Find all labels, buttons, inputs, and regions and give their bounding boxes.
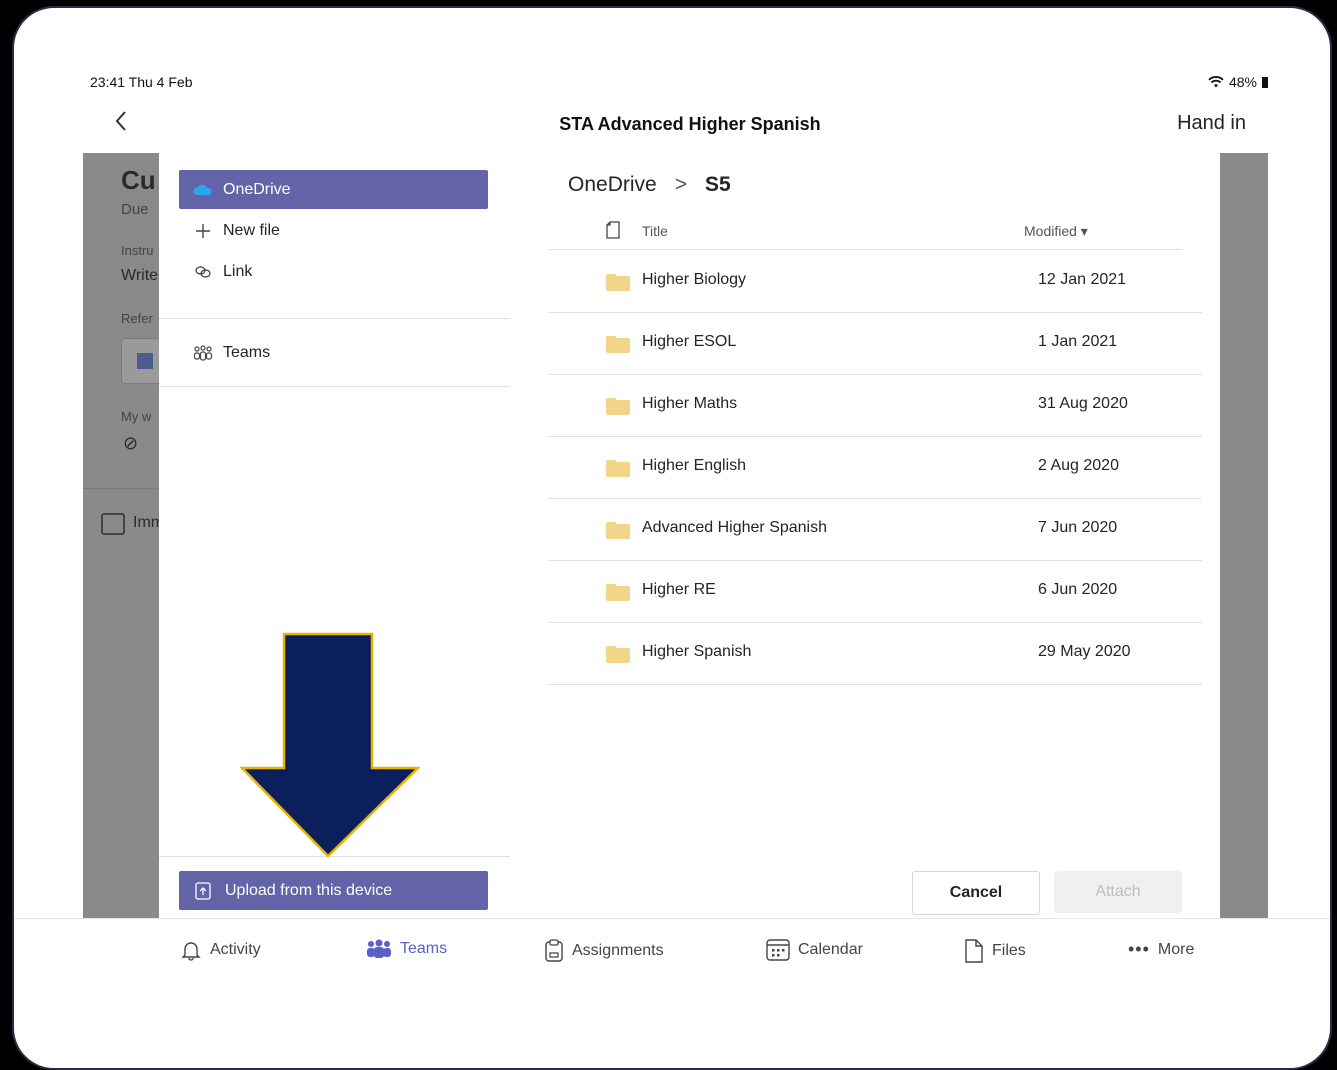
tab-label: More [1157,940,1195,958]
modified-date: 12 Jan 2021 [1038,271,1127,288]
status-indicators: 48% [1208,74,1268,90]
modified-date: 1 Jan 2021 [1038,333,1118,350]
upload-label: Upload from this device [225,881,393,899]
instructions-text: Write [121,267,159,284]
word-doc-icon [137,353,153,369]
attach-button[interactable]: Attach [1054,871,1182,913]
breadcrumb-root[interactable]: OneDrive [568,173,657,197]
tab-more[interactable]: ••• More [1128,939,1194,960]
file-type-icon [606,221,620,239]
tab-files[interactable]: Files [964,939,1026,963]
modified-date: 2 Aug 2020 [1038,457,1119,474]
folder-name: Higher RE [642,581,716,598]
plus-icon [183,223,223,239]
cancel-button[interactable]: Cancel [912,871,1040,915]
background-divider [83,488,163,489]
file-browser: OneDrive > S5 Title Modified ▾ Higher Bi… [510,153,1220,918]
reference-label: Refer [121,311,153,326]
sidebar-item-label: OneDrive [223,180,291,198]
battery-percent: 48% [1228,74,1257,90]
column-title[interactable]: Title [642,223,668,239]
file-list: Higher Biology 12 Jan 2021 Higher ESOL 1… [548,251,1202,685]
wifi-icon [1208,76,1224,88]
table-row[interactable]: Higher Biology 12 Jan 2021 [548,251,1202,313]
modified-date: 6 Jun 2020 [1038,581,1118,598]
breadcrumb-current: S5 [704,173,731,196]
sidebar-item-teams[interactable]: Teams [179,333,488,372]
sidebar-divider [159,318,510,319]
sidebar-item-link[interactable]: Link [179,252,488,291]
down-arrow-icon [240,632,420,858]
breadcrumb: OneDrive > S5 [568,173,731,197]
due-label: Due [121,201,149,218]
status-time: 23:41 Thu 4 Feb [90,74,193,90]
modified-date: 29 May 2020 [1038,643,1131,660]
upload-icon [183,881,223,900]
column-modified[interactable]: Modified ▾ [1024,223,1088,240]
table-row[interactable]: Higher RE 6 Jun 2020 [548,561,1202,623]
assignment-title: Cu [121,165,156,195]
folder-icon [606,522,630,539]
bell-icon [181,942,201,961]
bottom-tab-bar: Activity Teams Assignments Calendar File… [14,918,1330,989]
teams-icon [183,344,223,361]
folder-icon [606,460,630,477]
modified-date: 31 Aug 2020 [1038,395,1128,412]
folder-name: Higher ESOL [642,333,737,350]
attach-paperclip-icon: ⊘ [123,433,139,453]
table-row[interactable]: Higher Spanish 29 May 2020 [548,623,1202,685]
more-icon: ••• [1128,939,1150,959]
sidebar-item-label: Link [223,262,253,280]
tab-label: Files [992,942,1026,959]
upload-from-device-button[interactable]: Upload from this device [179,871,488,910]
folder-name: Higher Spanish [642,643,752,660]
tab-calendar[interactable]: Calendar [766,939,863,961]
tab-activity[interactable]: Activity [180,939,261,961]
calendar-icon [766,939,790,961]
folder-icon [606,398,630,415]
folder-icon [606,646,630,663]
table-header: Title Modified ▾ [548,215,1182,250]
background-right-strip [1220,153,1268,918]
tab-label: Activity [210,941,261,958]
table-row[interactable]: Higher ESOL 1 Jan 2021 [548,313,1202,375]
folder-icon [606,584,630,601]
sidebar-divider [159,386,510,387]
header-title: STA Advanced Higher Spanish [559,114,821,134]
teams-icon [367,939,391,958]
tab-label: Teams [400,940,448,957]
tab-label: Assignments [572,942,664,959]
folder-name: Higher English [642,457,747,474]
immersive-reader-icon [101,513,125,535]
cloud-icon [183,184,223,196]
folder-name: Advanced Higher Spanish [642,519,828,536]
sidebar-item-onedrive[interactable]: OneDrive [179,170,488,209]
folder-icon [606,336,630,353]
chevron-right-icon: > [674,173,687,196]
folder-name: Higher Maths [642,395,738,412]
modified-date: 7 Jun 2020 [1038,519,1118,536]
link-icon [183,265,223,279]
folder-icon [606,274,630,291]
table-row[interactable]: Higher Maths 31 Aug 2020 [548,375,1202,437]
table-row[interactable]: Advanced Higher Spanish 7 Jun 2020 [548,499,1202,561]
file-icon [965,939,983,963]
my-work-label: My w [121,409,152,424]
tab-label: Calendar [798,941,863,958]
tab-assignments[interactable]: Assignments [544,939,664,963]
device-frame: 23:41 Thu 4 Feb 48% STA Advanced Higher … [12,6,1332,1070]
hand-in-button[interactable]: Hand in [1177,112,1246,135]
sidebar-item-label: Teams [223,343,271,361]
battery-icon [1262,76,1268,88]
instructions-label: Instru [121,243,154,258]
sidebar-item-new-file[interactable]: New file [179,211,488,250]
assignments-icon [545,939,563,962]
tab-teams[interactable]: Teams [366,939,447,959]
sidebar-item-label: New file [223,221,280,239]
folder-name: Higher Biology [642,271,747,288]
table-row[interactable]: Higher English 2 Aug 2020 [548,437,1202,499]
